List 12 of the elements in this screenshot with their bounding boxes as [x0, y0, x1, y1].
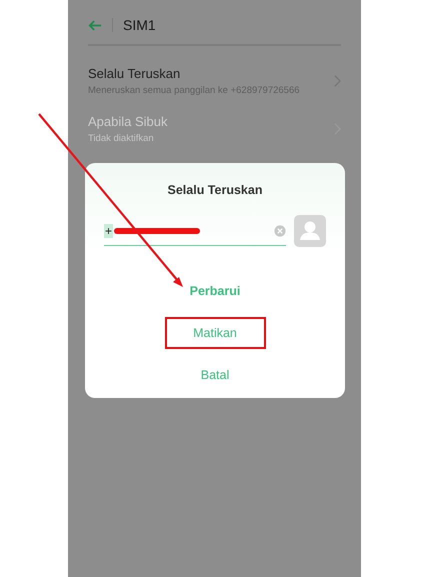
- back-arrow-icon[interactable]: [88, 20, 102, 30]
- contact-icon[interactable]: [294, 215, 326, 247]
- dialog-button[interactable]: Perbarui: [164, 275, 266, 307]
- dialog-button[interactable]: Batal: [164, 359, 266, 391]
- row-title: Selalu Teruskan: [88, 66, 182, 81]
- clear-icon[interactable]: [274, 224, 286, 236]
- screen-title: SIM1: [123, 17, 156, 33]
- dialog-button[interactable]: Matikan: [164, 317, 266, 349]
- phone-number-field[interactable]: +: [104, 216, 286, 246]
- row-subtitle: Tidak diaktifkan: [88, 133, 155, 144]
- dialog-title: Selalu Teruskan: [168, 183, 262, 197]
- row-title: Apabila Sibuk: [88, 114, 168, 129]
